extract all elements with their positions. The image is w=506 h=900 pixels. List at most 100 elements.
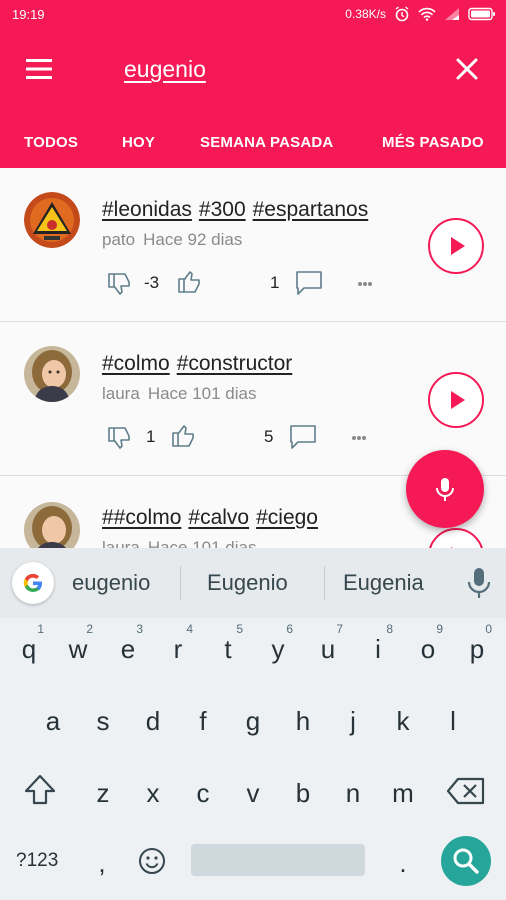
play-button[interactable] <box>428 372 484 428</box>
post-time: Hace 92 dias <box>143 230 243 249</box>
thumbs-up-icon[interactable] <box>174 268 204 298</box>
close-icon[interactable] <box>452 54 482 84</box>
key-w[interactable]: 2w <box>56 620 100 676</box>
post-meta: laura Hace 101 dias <box>102 384 257 404</box>
thumbs-up-icon[interactable] <box>168 422 198 452</box>
thumbs-down-icon[interactable] <box>104 268 134 298</box>
divider <box>324 566 325 600</box>
key-h[interactable]: h <box>281 692 325 748</box>
search-input[interactable]: eugenio <box>124 56 206 83</box>
key-period[interactable]: . <box>381 834 425 890</box>
divider <box>180 566 181 600</box>
wifi-icon <box>418 7 436 21</box>
post-actions: 1 5 <box>102 422 382 452</box>
shift-icon[interactable] <box>22 772 58 808</box>
menu-icon[interactable] <box>24 56 54 82</box>
tab-todos[interactable]: TODOS <box>24 134 78 151</box>
play-button[interactable] <box>428 218 484 274</box>
key-b[interactable]: b <box>281 764 325 820</box>
search-key[interactable] <box>441 836 491 886</box>
key-q[interactable]: 1q <box>7 620 51 676</box>
signal-icon <box>445 8 459 20</box>
microphone-icon <box>436 478 454 501</box>
post-author: pato <box>102 230 136 249</box>
play-icon <box>451 391 465 409</box>
key-s[interactable]: s <box>81 692 125 748</box>
key-y[interactable]: 6y <box>256 620 300 676</box>
post-actions: -3 1 <box>102 268 382 298</box>
thumbs-down-icon[interactable] <box>104 422 134 452</box>
key-x[interactable]: x <box>131 764 175 820</box>
suggestion-item[interactable]: Eugenio <box>207 570 288 596</box>
hashtag-link[interactable]: #colmo <box>102 352 170 376</box>
hashtag-link[interactable]: ##colmo <box>102 506 181 530</box>
record-audio-button[interactable] <box>406 450 484 528</box>
key-l[interactable]: l <box>431 692 475 748</box>
suggestion-bar: eugenio Eugenio Eugenia <box>0 548 506 618</box>
post-tags: #colmo #constructor <box>102 352 292 376</box>
app-screen: { "status_bar": { "time": "19:19", "netw… <box>0 0 506 900</box>
key-c[interactable]: c <box>181 764 225 820</box>
vote-count: -3 <box>144 273 160 292</box>
more-options-icon[interactable] <box>352 268 382 298</box>
comment-count: 1 <box>270 273 280 292</box>
comment-count: 5 <box>264 427 274 446</box>
google-logo-icon[interactable] <box>12 562 54 604</box>
status-icons: 0.38K/s <box>345 6 496 22</box>
post-tags: #leonidas #300 #espartanos <box>102 198 368 222</box>
avatar <box>24 346 80 402</box>
key-v[interactable]: v <box>231 764 275 820</box>
alarm-icon <box>395 6 409 22</box>
hashtag-link[interactable]: #constructor <box>177 352 293 376</box>
suggestion-item[interactable]: eugenio <box>72 570 150 596</box>
key-f[interactable]: f <box>181 692 225 748</box>
key-p[interactable]: 0p <box>455 620 499 676</box>
hashtag-link[interactable]: #300 <box>199 198 246 222</box>
backspace-icon[interactable] <box>446 776 486 806</box>
hashtag-link[interactable]: #leonidas <box>102 198 192 222</box>
comment-icon[interactable] <box>294 268 324 298</box>
battery-icon <box>468 7 495 21</box>
hashtag-link[interactable]: #calvo <box>188 506 249 530</box>
suggestion-item[interactable]: Eugenia <box>343 570 424 596</box>
hashtag-link[interactable]: #espartanos <box>253 198 369 222</box>
key-a[interactable]: a <box>31 692 75 748</box>
key-k[interactable]: k <box>381 692 425 748</box>
post-time: Hace 101 dias <box>147 384 257 403</box>
key-r[interactable]: 4r <box>156 620 200 676</box>
key-g[interactable]: g <box>231 692 275 748</box>
post-card[interactable]: #leonidas #300 #espartanos pato Hace 92 d… <box>0 168 506 322</box>
emoji-icon[interactable] <box>137 846 167 876</box>
comment-icon[interactable] <box>288 422 318 452</box>
key-i[interactable]: 8i <box>356 620 400 676</box>
soft-keyboard: eugenio Eugenio Eugenia 1q 2w 3e 4r 5t 6… <box>0 548 506 900</box>
tab-hoy[interactable]: HOY <box>122 134 155 151</box>
tab-mes-pasado[interactable]: MÉS PASADO <box>382 134 484 151</box>
space-key[interactable] <box>191 844 365 876</box>
key-j[interactable]: j <box>331 692 375 748</box>
post-tags: ##colmo #calvo #ciego <box>102 506 318 530</box>
post-meta: pato Hace 92 dias <box>102 230 242 250</box>
network-speed: 0.38K/s <box>345 7 386 21</box>
hashtag-link[interactable]: #ciego <box>256 506 318 530</box>
post-author: laura <box>102 384 140 403</box>
key-t[interactable]: 5t <box>206 620 250 676</box>
voice-input-icon[interactable] <box>466 566 492 600</box>
symbols-key[interactable]: ?123 <box>16 850 58 872</box>
more-options-icon[interactable] <box>346 422 376 452</box>
app-bar: eugenio TODOS HOY SEMANA PASADA MÉS PASA… <box>0 30 506 186</box>
key-m[interactable]: m <box>381 764 425 820</box>
vote-count: 1 <box>146 427 156 446</box>
avatar <box>24 192 80 248</box>
search-icon <box>453 848 479 874</box>
tab-semana-pasada[interactable]: SEMANA PASADA <box>200 134 333 151</box>
play-icon <box>451 237 465 255</box>
key-d[interactable]: d <box>131 692 175 748</box>
status-time: 19:19 <box>12 7 45 22</box>
key-n[interactable]: n <box>331 764 375 820</box>
key-comma[interactable]: , <box>80 834 124 890</box>
key-z[interactable]: z <box>81 764 125 820</box>
key-u[interactable]: 7u <box>306 620 350 676</box>
key-o[interactable]: 9o <box>406 620 450 676</box>
key-e[interactable]: 3e <box>106 620 150 676</box>
